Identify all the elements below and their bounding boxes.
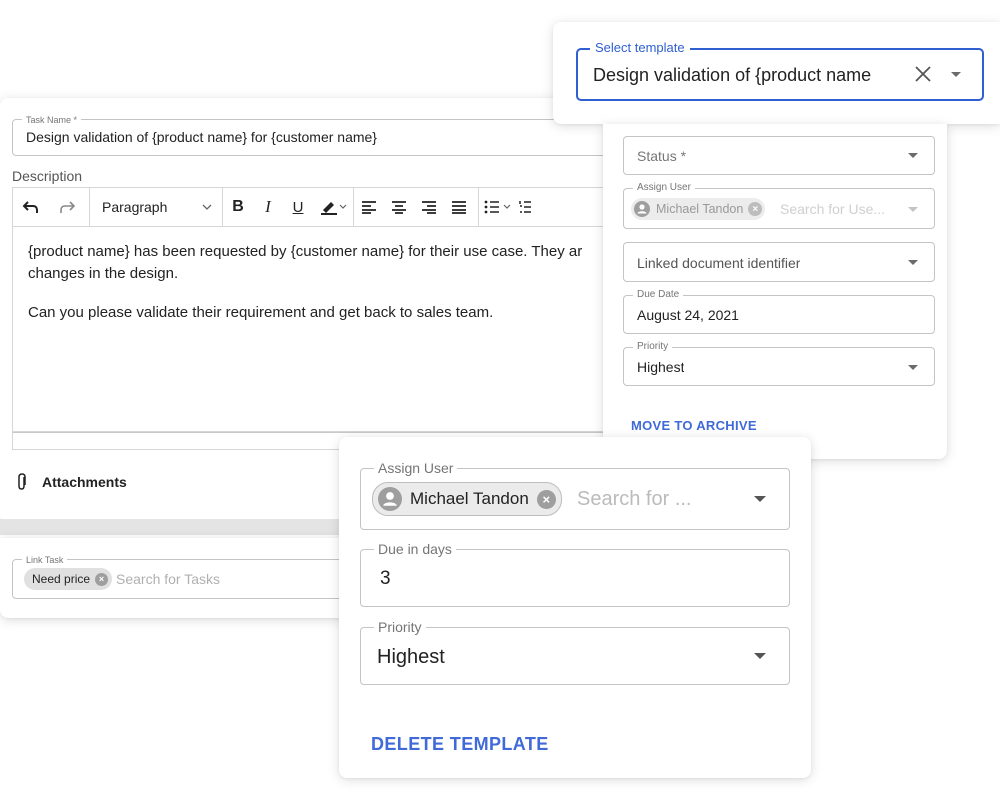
priority-value: Highest (637, 359, 685, 375)
due-in-days-field[interactable]: Due in days 3 (360, 541, 790, 607)
highlight-button[interactable] (313, 188, 353, 226)
align-right-icon (422, 201, 436, 214)
paragraph-select[interactable]: Paragraph (90, 188, 222, 226)
priority-label: Priority (633, 341, 673, 353)
chip-remove-icon[interactable]: × (536, 489, 556, 509)
underline-button[interactable]: U (283, 188, 313, 226)
template-assign-user-search-input[interactable]: Search for ... (577, 488, 692, 511)
dropdown-caret-icon[interactable] (754, 496, 766, 502)
editor-paragraph: Can you please validate their requiremen… (28, 304, 494, 321)
link-task-search-input[interactable]: Search for Tasks (116, 571, 220, 587)
paragraph-label: Paragraph (102, 199, 168, 215)
user-avatar-icon (634, 201, 650, 217)
bullet-list-icon (484, 200, 511, 214)
chip-label: Need price (32, 572, 91, 586)
template-assign-user-select[interactable]: Assign User Michael Tandon × Search for … (360, 460, 790, 530)
description-label: Description (12, 168, 83, 184)
redo-button[interactable] (49, 188, 85, 226)
paperclip-icon (18, 473, 26, 490)
due-date-label: Due Date (633, 289, 684, 301)
dropdown-caret-icon[interactable] (951, 72, 961, 77)
priority-select[interactable]: Priority Highest (623, 341, 935, 386)
linked-document-placeholder: Linked document identifier (637, 255, 801, 271)
dropdown-caret-icon[interactable] (754, 653, 766, 659)
dropdown-caret-icon (908, 260, 918, 265)
select-template-value: Design validation of {product name (593, 65, 872, 85)
link-task-label: Link Task (22, 554, 68, 566)
editor-toolbar: Paragraph B I U (12, 187, 612, 227)
attachments-row[interactable]: Attachments (16, 473, 127, 491)
due-in-days-label: Due in days (374, 541, 456, 557)
dropdown-caret-icon (908, 153, 918, 158)
template-priority-label: Priority (374, 619, 426, 635)
undo-icon (22, 201, 38, 213)
chip-label: Michael Tandon (410, 489, 529, 508)
align-left-button[interactable] (354, 188, 384, 226)
undo-button[interactable] (13, 188, 49, 226)
select-template-label: Select template (590, 41, 690, 55)
status-placeholder: Status * (637, 148, 687, 164)
highlighter-icon (321, 202, 347, 215)
user-avatar-icon (378, 487, 402, 511)
align-center-icon (392, 201, 406, 214)
select-template-field[interactable]: Select template Design validation of {pr… (576, 41, 984, 101)
assign-user-label: Assign User (633, 182, 695, 194)
status-select[interactable]: Status * (623, 136, 935, 175)
clear-selection-icon[interactable] (912, 63, 934, 85)
editor-line: {product name} has been requested by {cu… (28, 243, 583, 260)
chip-remove-icon[interactable]: × (95, 572, 109, 586)
bullet-list-button[interactable] (479, 188, 519, 226)
move-to-archive-button[interactable]: MOVE TO ARCHIVE (631, 418, 757, 433)
task-name-value: Design validation of {product name} for … (26, 129, 377, 145)
dropdown-caret-icon (908, 365, 918, 370)
bold-button[interactable]: B (223, 188, 253, 226)
due-in-days-value: 3 (380, 568, 391, 589)
task-name-label: Task Name * (22, 114, 82, 126)
due-date-field[interactable]: Due Date August 24, 2021 (623, 289, 935, 334)
due-date-value: August 24, 2021 (637, 307, 739, 323)
assign-user-search-input[interactable]: Search for Use... (780, 201, 896, 217)
delete-template-button[interactable]: DELETE TEMPLATE (371, 734, 549, 755)
align-justify-icon (452, 201, 466, 214)
italic-button[interactable]: I (253, 188, 283, 226)
description-editor[interactable]: {product name} has been requested by {cu… (12, 226, 612, 432)
numbered-list-button[interactable] (519, 188, 533, 226)
assigned-user-chip[interactable]: Michael Tandon × (631, 198, 766, 220)
chip-remove-icon[interactable]: × (748, 202, 763, 216)
template-assigned-user-chip[interactable]: Michael Tandon × (372, 482, 562, 516)
editor-paragraph: {product name} has been requested by {cu… (28, 241, 582, 285)
need-price-chip[interactable]: Need price × (24, 568, 113, 590)
dropdown-caret-icon (908, 207, 918, 212)
align-left-icon (362, 201, 376, 214)
chip-label: Michael Tandon (656, 202, 744, 216)
attachments-label: Attachments (42, 474, 127, 490)
align-center-button[interactable] (384, 188, 414, 226)
template-assign-user-label: Assign User (374, 460, 458, 476)
linked-document-select[interactable]: Linked document identifier (623, 242, 935, 282)
template-priority-value: Highest (377, 646, 445, 668)
chevron-down-icon (202, 204, 212, 210)
task-name-field[interactable]: Task Name * Design validation of {produc… (12, 114, 612, 156)
numbered-list-icon (519, 201, 531, 213)
editor-line: changes in the design. (28, 265, 179, 282)
assign-user-select[interactable]: Assign User Michael Tandon × Search for … (623, 182, 935, 229)
align-justify-button[interactable] (444, 188, 474, 226)
redo-icon (60, 201, 76, 213)
template-priority-select[interactable]: Priority Highest (360, 619, 790, 685)
align-right-button[interactable] (414, 188, 444, 226)
